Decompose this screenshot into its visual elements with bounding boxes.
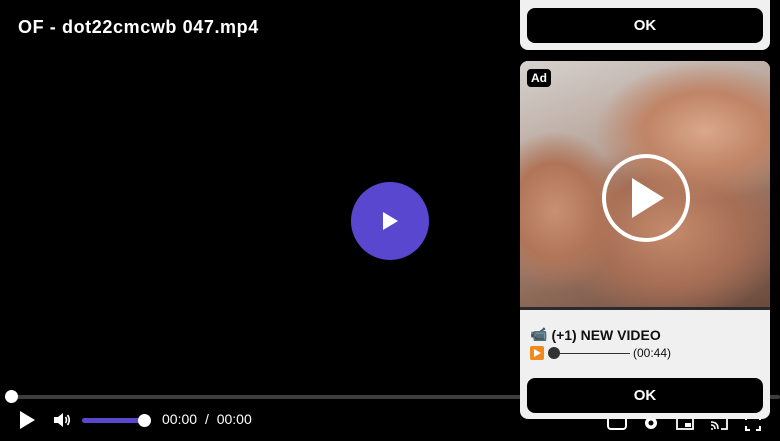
top-ok-button[interactable]: OK [527,8,763,43]
ad-badge: Ad [527,69,551,87]
progress-handle[interactable] [5,390,18,403]
mini-play-icon [530,346,544,360]
ad-headline: 📹 (+1) NEW VIDEO [530,326,661,343]
volume-icon [54,413,71,427]
ad-video-duration: (00:44) [633,346,672,360]
ad-play-button[interactable] [602,154,690,242]
play-icon [20,411,35,429]
volume-handle[interactable] [138,414,151,427]
video-camera-icon: 📹 [530,326,548,342]
play-icon [383,212,398,230]
top-ad-card: OK [520,0,770,50]
video-title: OF - dot22cmcwb 047.mp4 [18,17,259,37]
ad-subline: (00:44) [530,346,671,360]
current-time: 00:00 [162,411,198,427]
play-icon [632,178,664,218]
ad-thumbnail-border [520,307,770,310]
mini-progress-dot [548,347,560,359]
ad-headline-text: (+1) NEW VIDEO [551,326,661,343]
ad-ok-button[interactable]: OK [527,378,763,413]
time-display: 00:00 / 00:00 [162,411,256,427]
volume-button[interactable] [51,409,73,431]
mini-progress-line [560,352,630,354]
time-separator: / [204,411,209,427]
big-play-button[interactable] [351,182,429,260]
volume-slider[interactable] [82,418,144,423]
volume-fill [82,418,144,423]
video-player[interactable]: OF - dot22cmcwb 047.mp4 00:00 / 00:00 OK… [0,0,780,441]
duration: 00:00 [216,411,252,427]
ad-card[interactable]: Ad 📹 (+1) NEW VIDEO (00:44) OK [520,61,770,419]
play-button[interactable] [15,408,39,432]
